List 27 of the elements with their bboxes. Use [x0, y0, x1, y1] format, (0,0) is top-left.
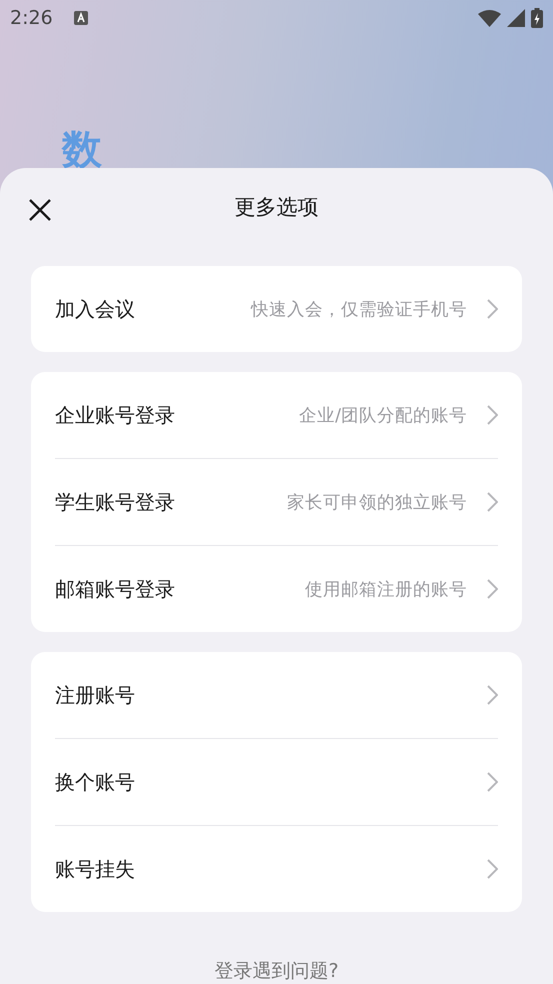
option-hint: 使用邮箱注册的账号 [305, 579, 467, 601]
option-hint: 快速入会，仅需验证手机号 [251, 299, 467, 321]
chevron-right-icon [487, 685, 498, 705]
battery-icon [531, 8, 543, 28]
keyboard-icon [72, 10, 89, 26]
option-label[interactable]: 企业账号登录 [55, 402, 175, 428]
chevron-right-icon [487, 405, 498, 425]
option-label[interactable]: 注册账号 [55, 682, 135, 708]
chevron-right-icon [487, 299, 498, 319]
option-hint: 家长可申领的独立账号 [287, 492, 467, 514]
help-link[interactable]: 登录遇到问题? [214, 958, 339, 984]
signal-icon [507, 9, 525, 27]
clock: 2:26 [10, 7, 53, 29]
option-label[interactable]: 邮箱账号登录 [55, 576, 175, 602]
logo-text: 数 [62, 130, 102, 170]
option-label[interactable]: 账号挂失 [55, 856, 135, 882]
chevron-right-icon [487, 859, 498, 879]
chevron-right-icon [487, 492, 498, 512]
chevron-right-icon [487, 772, 498, 792]
option-hint: 企业/团队分配的账号 [299, 405, 467, 427]
option-label[interactable]: 换个账号 [55, 768, 135, 796]
sheet-title: 更多选项 [234, 194, 318, 221]
wifi-icon [478, 9, 501, 27]
option-label[interactable]: 加入会议 [55, 296, 135, 322]
close-button[interactable] [29, 199, 51, 221]
chevron-right-icon [487, 579, 498, 599]
option-label[interactable]: 学生账号登录 [55, 488, 175, 516]
